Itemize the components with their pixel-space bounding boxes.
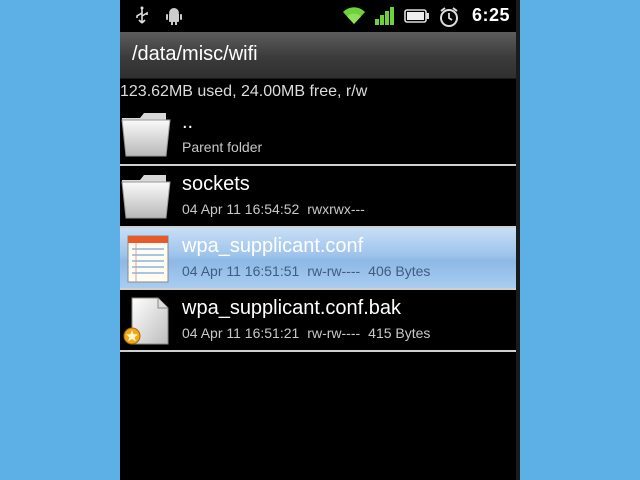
- file-meta: 04 Apr 11 16:51:51 rw-rw---- 406 Bytes: [182, 263, 438, 279]
- status-bar: 6:25: [120, 0, 516, 32]
- battery-icon: [404, 9, 430, 28]
- storage-info: 123.62MB used, 24.00MB free, r/w: [120, 83, 368, 100]
- clock: 6:25: [472, 5, 511, 25]
- alarm-icon: [438, 6, 460, 33]
- file-name: ..: [182, 111, 194, 133]
- file-date: 04 Apr 11 16:51:21: [182, 325, 300, 341]
- file-meta: 04 Apr 11 16:51:21 rw-rw---- 415 Bytes: [182, 325, 438, 341]
- backup-file-icon: [120, 294, 176, 346]
- file-name: wpa_supplicant.conf.bak: [182, 297, 402, 319]
- file-permissions: rw-rw----: [307, 325, 361, 341]
- text-file-icon: [120, 232, 176, 284]
- list-item-parent-folder[interactable]: .. Parent folder: [120, 104, 516, 166]
- list-item-wpa-supplicant-conf-bak[interactable]: wpa_supplicant.conf.bak 04 Apr 11 16:51:…: [120, 290, 516, 352]
- folder-icon: [120, 108, 176, 160]
- file-name: wpa_supplicant.conf: [182, 235, 364, 257]
- path-title-bar: /data/misc/wifi: [120, 32, 516, 79]
- file-meta: 04 Apr 11 16:54:52 rwxrwx---: [182, 201, 373, 217]
- file-list: .. Parent folder sockets 04 Apr 11 16:54…: [120, 104, 516, 352]
- file-permissions: rwxrwx---: [307, 201, 365, 217]
- usb-icon: [134, 6, 150, 31]
- file-name: sockets: [182, 173, 250, 195]
- current-path: /data/misc/wifi: [132, 43, 258, 65]
- file-subtitle: Parent folder: [182, 139, 263, 155]
- file-permissions: rw-rw----: [307, 263, 361, 279]
- android-debug-icon: [164, 6, 184, 31]
- file-size: 415 Bytes: [368, 325, 431, 341]
- file-size: 406 Bytes: [368, 263, 431, 279]
- signal-icon: [374, 6, 396, 31]
- file-date: 04 Apr 11 16:51:51: [182, 263, 300, 279]
- file-date: 04 Apr 11 16:54:52: [182, 201, 300, 217]
- list-item-sockets[interactable]: sockets 04 Apr 11 16:54:52 rwxrwx---: [120, 166, 516, 228]
- phone-screen: 6:25 /data/misc/wifi 123.62MB used, 24.0…: [120, 0, 516, 480]
- list-item-wpa-supplicant-conf[interactable]: wpa_supplicant.conf 04 Apr 11 16:51:51 rw…: [120, 228, 516, 290]
- folder-icon: [120, 170, 176, 222]
- wifi-icon: [342, 6, 366, 31]
- phone-edge: [516, 0, 520, 480]
